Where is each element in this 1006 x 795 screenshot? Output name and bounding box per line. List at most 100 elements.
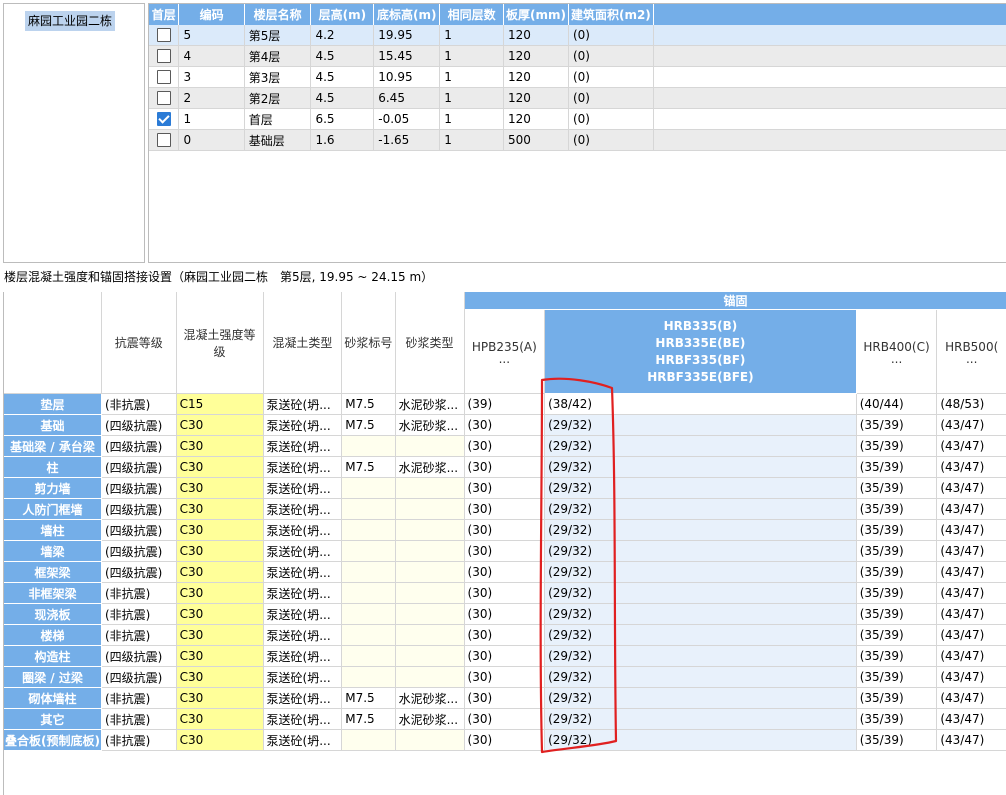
component-row[interactable]: 垫层 (非抗震) C15 泵送砼(坍... M7.5 水泥砂浆... (39) (38/42)…: [4, 393, 1006, 415]
hrb400-anchor-cell[interactable]: (35/39): [856, 414, 938, 436]
component-row[interactable]: 砌体墙柱 (非抗震) C30 泵送砼(坍... M7.5 水泥砂浆... (30) (29/3…: [4, 687, 1006, 709]
hrb500-anchor-cell[interactable]: (43/47): [936, 477, 1006, 499]
hrb500-anchor-cell[interactable]: (43/47): [936, 456, 1006, 478]
hrb335-anchor-cell[interactable]: (29/32): [544, 498, 857, 520]
hrb400-anchor-cell[interactable]: (35/39): [856, 456, 938, 478]
floor-code-cell[interactable]: 4: [178, 45, 245, 67]
concrete-type-cell[interactable]: 泵送砼(坍...: [263, 603, 343, 625]
floor-row[interactable]: 1 首层 6.5 -0.05 1 120 (0): [149, 108, 1006, 130]
col-header-hpb235[interactable]: HPB235(A) ...: [464, 309, 546, 394]
seismic-grade-cell[interactable]: (非抗震): [101, 708, 177, 730]
concrete-strength-cell[interactable]: C30: [176, 603, 264, 625]
hrb400-anchor-cell[interactable]: (35/39): [856, 645, 938, 667]
concrete-type-cell[interactable]: 泵送砼(坍...: [263, 624, 343, 646]
first-floor-cell[interactable]: [149, 108, 180, 130]
floor-name-cell[interactable]: 第3层: [244, 66, 312, 88]
floor-same-count-cell[interactable]: 1: [439, 45, 504, 67]
concrete-strength-cell[interactable]: C30: [176, 540, 264, 562]
hrb400-anchor-cell[interactable]: (35/39): [856, 519, 938, 541]
hrb335-anchor-cell[interactable]: (29/32): [544, 540, 857, 562]
hrb500-anchor-cell[interactable]: (43/47): [936, 498, 1006, 520]
mortar-grade-cell[interactable]: [341, 561, 396, 583]
mortar-grade-cell[interactable]: M7.5: [341, 414, 396, 436]
first-floor-checkbox[interactable]: [156, 70, 171, 85]
hpb235-anchor-cell[interactable]: (30): [464, 498, 546, 520]
hrb335-anchor-cell[interactable]: (29/32): [544, 435, 857, 457]
first-floor-cell[interactable]: [149, 66, 180, 88]
mortar-grade-cell[interactable]: [341, 729, 396, 751]
component-row[interactable]: 叠合板(预制底板) (非抗震) C30 泵送砼(坍... (30) (29/32) (35/…: [4, 729, 1006, 751]
component-row[interactable]: 其它 (非抗震) C30 泵送砼(坍... M7.5 水泥砂浆... (30) (29/32)…: [4, 708, 1006, 730]
hpb235-anchor-cell[interactable]: (30): [464, 603, 546, 625]
floor-name-cell[interactable]: 基础层: [244, 129, 312, 151]
concrete-strength-cell[interactable]: C30: [176, 666, 264, 688]
concrete-type-cell[interactable]: 泵送砼(坍...: [263, 540, 343, 562]
seismic-grade-cell[interactable]: (非抗震): [101, 624, 177, 646]
floor-same-count-cell[interactable]: 1: [439, 66, 504, 88]
concrete-type-cell[interactable]: 泵送砼(坍...: [263, 687, 343, 709]
floor-name-cell[interactable]: 第5层: [244, 25, 312, 46]
col-header-first-floor[interactable]: 首层: [149, 4, 180, 25]
mortar-type-cell[interactable]: 水泥砂浆...: [395, 708, 465, 730]
hrb335-anchor-cell[interactable]: (29/32): [544, 687, 857, 709]
col-header-mortar-type[interactable]: 砂浆类型: [395, 292, 465, 394]
concrete-strength-cell[interactable]: C30: [176, 624, 264, 646]
first-floor-cell[interactable]: [149, 25, 180, 46]
mortar-type-cell[interactable]: 水泥砂浆...: [395, 414, 465, 436]
seismic-grade-cell[interactable]: (四级抗震): [101, 498, 177, 520]
floor-code-cell[interactable]: 2: [178, 87, 245, 109]
hpb235-anchor-cell[interactable]: (30): [464, 540, 546, 562]
col-header-building-area[interactable]: 建筑面积(m2): [568, 4, 654, 25]
floor-slab-thickness-cell[interactable]: 120: [503, 108, 569, 130]
hpb235-anchor-cell[interactable]: (30): [464, 456, 546, 478]
hpb235-anchor-cell[interactable]: (30): [464, 435, 546, 457]
hrb400-anchor-cell[interactable]: (35/39): [856, 603, 938, 625]
floor-code-cell[interactable]: 5: [178, 25, 245, 46]
mortar-grade-cell[interactable]: [341, 603, 396, 625]
hrb335-anchor-cell[interactable]: (29/32): [544, 729, 857, 751]
hrb400-anchor-cell[interactable]: (35/39): [856, 540, 938, 562]
mortar-grade-cell[interactable]: [341, 498, 396, 520]
floor-slab-thickness-cell[interactable]: 120: [503, 66, 569, 88]
hrb400-anchor-cell[interactable]: (35/39): [856, 435, 938, 457]
hrb335-anchor-cell[interactable]: (29/32): [544, 624, 857, 646]
first-floor-checkbox[interactable]: [156, 49, 171, 64]
hrb400-anchor-cell[interactable]: (35/39): [856, 729, 938, 751]
concrete-strength-cell[interactable]: C30: [176, 687, 264, 709]
floor-same-count-cell[interactable]: 1: [439, 25, 504, 46]
hrb400-anchor-cell[interactable]: (40/44): [856, 393, 938, 415]
component-row[interactable]: 墙梁 (四级抗震) C30 泵送砼(坍... (30) (29/32) (35/39) (43…: [4, 540, 1006, 562]
hpb235-anchor-cell[interactable]: (30): [464, 729, 546, 751]
hpb235-anchor-cell[interactable]: (30): [464, 519, 546, 541]
mortar-grade-cell[interactable]: M7.5: [341, 708, 396, 730]
col-header-hrb500[interactable]: HRB500( ...: [936, 309, 1006, 394]
first-floor-cell[interactable]: [149, 45, 180, 67]
hrb335-anchor-cell[interactable]: (29/32): [544, 645, 857, 667]
floor-bottom-elevation-cell[interactable]: 19.95: [373, 25, 441, 46]
seismic-grade-cell[interactable]: (四级抗震): [101, 477, 177, 499]
floor-area-cell[interactable]: (0): [568, 45, 654, 67]
concrete-type-cell[interactable]: 泵送砼(坍...: [263, 708, 343, 730]
floor-slab-thickness-cell[interactable]: 120: [503, 87, 569, 109]
floor-area-cell[interactable]: (0): [568, 66, 654, 88]
floor-name-cell[interactable]: 第4层: [244, 45, 312, 67]
floor-row[interactable]: 5 第5层 4.2 19.95 1 120 (0): [149, 25, 1006, 46]
floor-slab-thickness-cell[interactable]: 120: [503, 45, 569, 67]
mortar-grade-cell[interactable]: [341, 666, 396, 688]
hrb335-anchor-cell[interactable]: (29/32): [544, 561, 857, 583]
floor-same-count-cell[interactable]: 1: [439, 129, 504, 151]
concrete-type-cell[interactable]: 泵送砼(坍...: [263, 645, 343, 667]
hpb235-anchor-cell[interactable]: (30): [464, 414, 546, 436]
hrb335-anchor-cell[interactable]: (29/32): [544, 582, 857, 604]
seismic-grade-cell[interactable]: (非抗震): [101, 582, 177, 604]
hrb400-anchor-cell[interactable]: (35/39): [856, 582, 938, 604]
hrb335-anchor-cell[interactable]: (29/32): [544, 603, 857, 625]
hrb335-anchor-cell[interactable]: (29/32): [544, 414, 857, 436]
floor-row[interactable]: 2 第2层 4.5 6.45 1 120 (0): [149, 87, 1006, 109]
first-floor-checkbox[interactable]: [156, 112, 171, 127]
seismic-grade-cell[interactable]: (四级抗震): [101, 456, 177, 478]
component-row[interactable]: 构造柱 (四级抗震) C30 泵送砼(坍... (30) (29/32) (35/39) (4…: [4, 645, 1006, 667]
concrete-type-cell[interactable]: 泵送砼(坍...: [263, 393, 343, 415]
mortar-grade-cell[interactable]: M7.5: [341, 687, 396, 709]
concrete-strength-cell[interactable]: C30: [176, 477, 264, 499]
